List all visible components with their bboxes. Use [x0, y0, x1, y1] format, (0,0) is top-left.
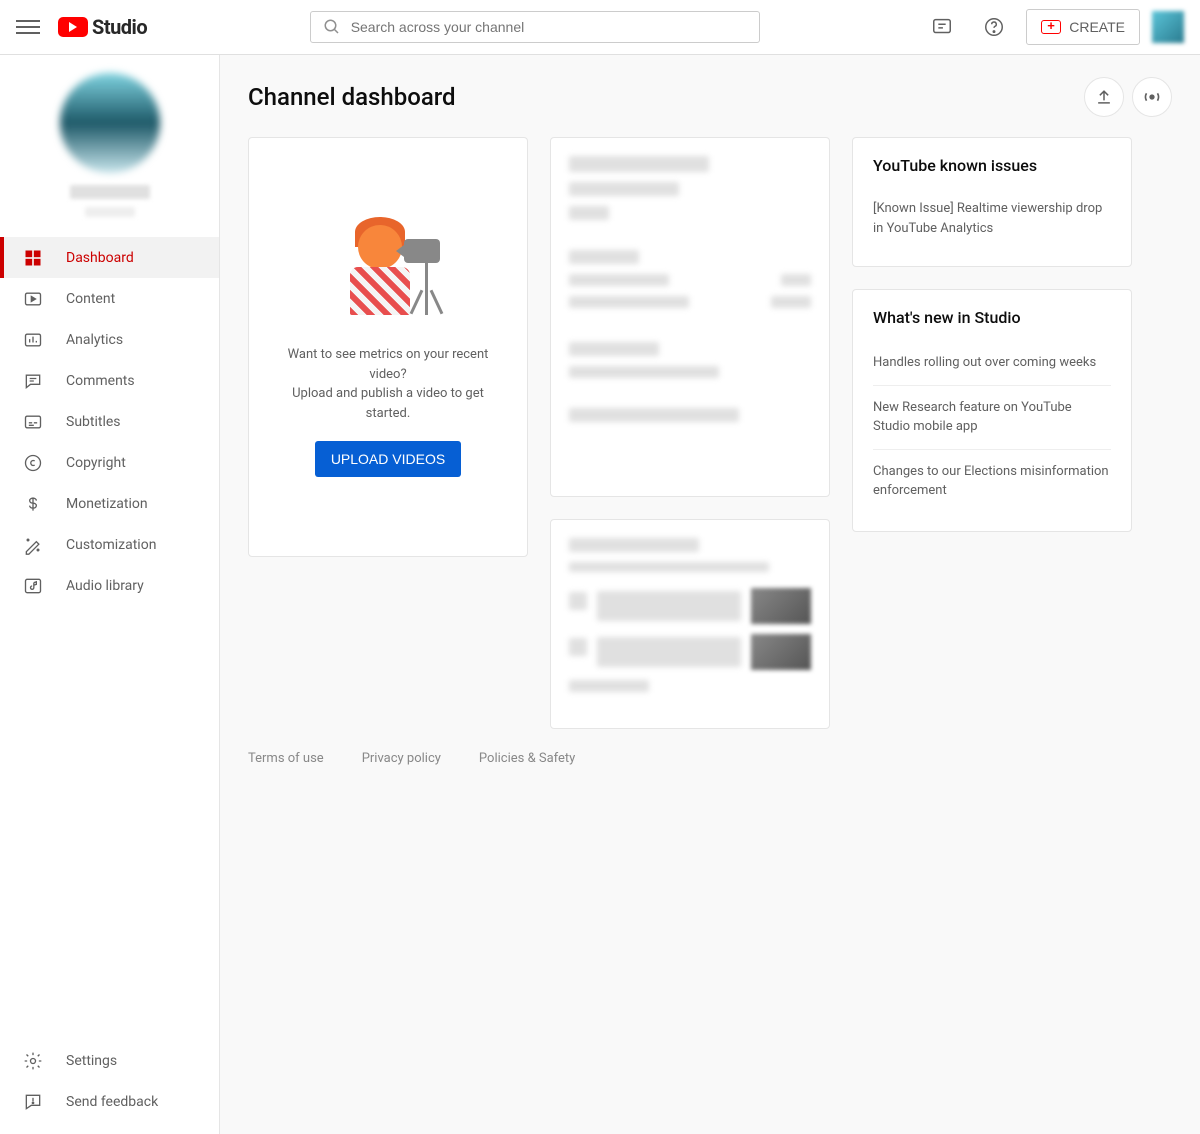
footer-links: Terms of use Privacy policy Policies & S… — [248, 729, 1172, 788]
sidebar-item-label: Settings — [66, 1053, 117, 1069]
upload-button[interactable] — [1084, 77, 1124, 117]
footer-terms[interactable]: Terms of use — [248, 751, 324, 766]
sidebar-item-label: Customization — [66, 537, 156, 553]
sidebar-item-label: Monetization — [66, 496, 148, 512]
sidebar-item-customization[interactable]: Customization — [0, 524, 219, 565]
sidebar-item-content[interactable]: Content — [0, 278, 219, 319]
sidebar-item-label: Analytics — [66, 332, 123, 348]
upload-card-text: Want to see metrics on your recent video… — [273, 345, 503, 423]
footer-privacy[interactable]: Privacy policy — [362, 751, 441, 766]
whats-new-item[interactable]: Handles rolling out over coming weeks — [873, 341, 1111, 386]
youtube-studio-logo[interactable]: Studio — [58, 15, 147, 39]
go-live-button[interactable] — [1132, 77, 1172, 117]
chat-icon[interactable] — [922, 7, 962, 47]
sidebar-item-label: Send feedback — [66, 1094, 158, 1110]
channel-header — [0, 55, 219, 237]
sidebar-item-monetization[interactable]: Monetization — [0, 483, 219, 524]
channel-name-placeholder — [70, 185, 150, 199]
sidebar-nav: Dashboard Content Analytics Comments Sub… — [0, 237, 219, 1040]
known-issues-card: YouTube known issues [Known Issue] Realt… — [852, 137, 1132, 267]
upload-text-line1: Want to see metrics on your recent video… — [273, 345, 503, 384]
youtube-icon — [58, 17, 88, 37]
audio-library-icon — [22, 575, 44, 597]
sidebar-item-label: Dashboard — [66, 250, 134, 266]
search-input[interactable] — [351, 19, 747, 35]
hamburger-menu-icon[interactable] — [16, 15, 40, 39]
page-header: Channel dashboard — [248, 77, 1172, 117]
monetization-icon — [22, 493, 44, 515]
feedback-icon — [22, 1091, 44, 1113]
sidebar-item-label: Subtitles — [66, 414, 121, 430]
sidebar-item-settings[interactable]: Settings — [0, 1040, 219, 1081]
sidebar-item-copyright[interactable]: Copyright — [0, 442, 219, 483]
channel-avatar[interactable] — [60, 73, 160, 173]
main-content: Channel dashboard — [220, 55, 1200, 1134]
sidebar-item-comments[interactable]: Comments — [0, 360, 219, 401]
sidebar-item-label: Content — [66, 291, 115, 307]
recent-videos-card — [550, 519, 830, 729]
sidebar-item-send-feedback[interactable]: Send feedback — [0, 1081, 219, 1122]
channel-handle-placeholder — [85, 207, 135, 217]
upload-videos-button[interactable]: UPLOAD VIDEOS — [315, 441, 461, 477]
known-issues-title: YouTube known issues — [873, 156, 1111, 175]
dashboard-cards: Want to see metrics on your recent video… — [248, 137, 1172, 729]
gear-icon — [22, 1050, 44, 1072]
account-avatar[interactable] — [1152, 11, 1184, 43]
sidebar-bottom: Settings Send feedback — [0, 1040, 219, 1134]
sidebar-item-audio-library[interactable]: Audio library — [0, 565, 219, 606]
live-icon — [1141, 86, 1163, 108]
sidebar-item-dashboard[interactable]: Dashboard — [0, 237, 219, 278]
analytics-icon — [22, 329, 44, 351]
whats-new-item[interactable]: Changes to our Elections misinformation … — [873, 450, 1111, 513]
create-button-label: CREATE — [1069, 19, 1125, 35]
sidebar-item-subtitles[interactable]: Subtitles — [0, 401, 219, 442]
create-video-icon — [1041, 20, 1061, 34]
upload-videos-card: Want to see metrics on your recent video… — [248, 137, 528, 557]
upload-illustration — [328, 217, 448, 327]
whats-new-item[interactable]: New Research feature on YouTube Studio m… — [873, 386, 1111, 450]
upload-text-line2: Upload and publish a video to get starte… — [273, 384, 503, 423]
dashboard-icon — [22, 247, 44, 269]
customization-icon — [22, 534, 44, 556]
create-button[interactable]: CREATE — [1026, 9, 1140, 45]
search-box[interactable] — [310, 11, 760, 43]
app-header: Studio CREATE — [0, 0, 1200, 55]
page-title: Channel dashboard — [248, 83, 1076, 111]
whats-new-card: What's new in Studio Handles rolling out… — [852, 289, 1132, 532]
search-icon — [323, 18, 341, 36]
sidebar-item-label: Audio library — [66, 578, 144, 594]
whats-new-title: What's new in Studio — [873, 308, 1111, 327]
sidebar-item-analytics[interactable]: Analytics — [0, 319, 219, 360]
copyright-icon — [22, 452, 44, 474]
content-icon — [22, 288, 44, 310]
upload-icon — [1094, 87, 1114, 107]
comments-icon — [22, 370, 44, 392]
sidebar-item-label: Comments — [66, 373, 135, 389]
help-icon[interactable] — [974, 7, 1014, 47]
sidebar-item-label: Copyright — [66, 455, 126, 471]
search-wrap — [147, 11, 922, 43]
subtitles-icon — [22, 411, 44, 433]
sidebar: Dashboard Content Analytics Comments Sub… — [0, 55, 220, 1134]
footer-policies[interactable]: Policies & Safety — [479, 751, 575, 766]
header-actions: CREATE — [922, 7, 1184, 47]
known-issue-item[interactable]: [Known Issue] Realtime viewership drop i… — [873, 189, 1111, 248]
logo-text: Studio — [92, 15, 147, 39]
analytics-summary-card — [550, 137, 830, 497]
